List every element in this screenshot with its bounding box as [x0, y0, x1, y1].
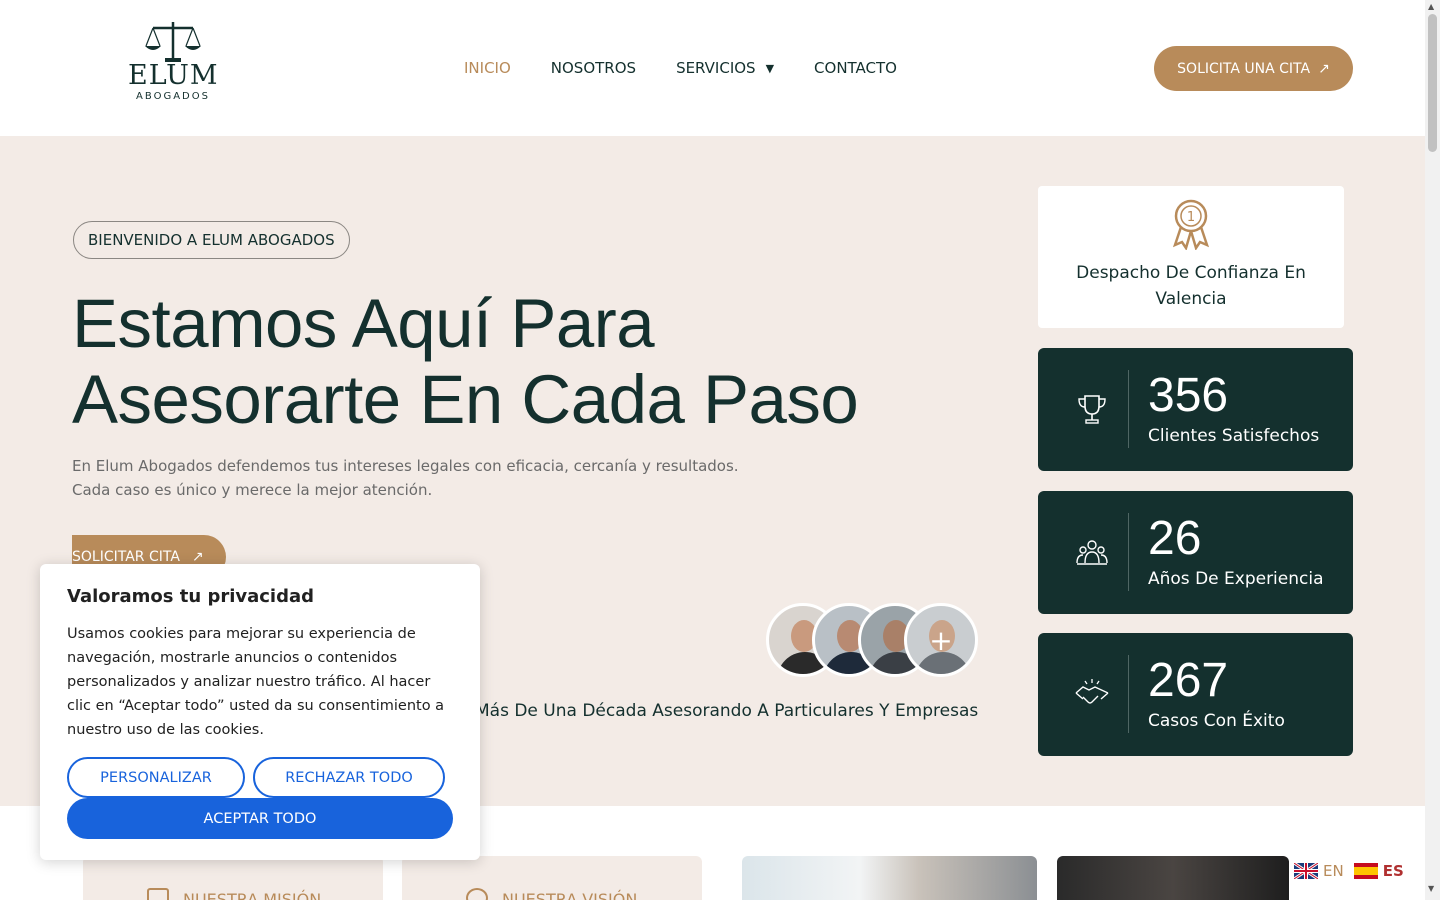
stat-label: Años De Experiencia: [1148, 569, 1324, 589]
handshake-icon: [1074, 671, 1110, 717]
hero-title: Estamos Aquí Para Asesorarte En Cada Pas…: [72, 286, 972, 438]
cookie-banner: Valoramos tu privacidad Usamos cookies p…: [40, 564, 480, 860]
logo[interactable]: ELUM ABOGADOS: [128, 20, 218, 112]
mission-title: NUESTRA MISIÓN: [183, 890, 322, 900]
nav-item-inicio[interactable]: INICIO: [464, 58, 511, 78]
stat-value: 356: [1148, 369, 1229, 422]
nav-label: SERVICIOS: [676, 59, 756, 77]
button-label: SOLICITA UNA CITA: [1177, 60, 1311, 77]
hero-title-line: Asesorarte En Cada Paso: [72, 361, 859, 438]
svg-text:1: 1: [1187, 210, 1195, 225]
scales-of-justice-icon: [145, 22, 201, 62]
reject-all-button[interactable]: RECHAZAR TODO: [253, 757, 445, 798]
hero-description: En Elum Abogados defendemos tus interese…: [72, 454, 772, 502]
uk-flag-icon: [1293, 861, 1319, 881]
lawyer-photo: [742, 856, 1037, 900]
accept-all-button[interactable]: ACEPTAR TODO: [67, 798, 453, 839]
main-nav: INICIO NOSOTROS SERVICIOS ▼ CONTACTO: [464, 58, 937, 78]
stat-value: 267: [1148, 654, 1229, 707]
award-ribbon-icon: 1: [1172, 199, 1210, 250]
welcome-badge: BIENVENIDO A ELUM ABOGADOS: [73, 221, 350, 259]
scroll-up-icon[interactable]: ▲: [1428, 2, 1434, 11]
logo-subtitle: ABOGADOS: [136, 91, 210, 102]
trust-text: Despacho De Confianza En Valencia: [1076, 263, 1306, 309]
trust-card: 1 Despacho De Confianza En Valencia: [1038, 186, 1344, 328]
plus-icon: +: [929, 623, 953, 657]
site-header: ELUM ABOGADOS INICIO NOSOTROS SERVICIOS ▼…: [0, 0, 1425, 136]
nav-item-contacto[interactable]: CONTACTO: [814, 58, 897, 78]
vision-card: NUESTRA VISIÓN: [402, 856, 702, 900]
vision-title: NUESTRA VISIÓN: [502, 890, 638, 900]
book-appointment-button[interactable]: SOLICITA UNA CITA ↗: [1154, 46, 1353, 91]
lawyer-photo: [1057, 856, 1289, 900]
divider: [1128, 655, 1129, 733]
nav-item-servicios[interactable]: SERVICIOS ▼: [676, 58, 774, 78]
mission-card: NUESTRA MISIÓN: [83, 856, 383, 900]
language-switcher: EN ES: [1293, 861, 1404, 881]
nav-label: NOSOTROS: [550, 59, 637, 77]
language-es[interactable]: ES: [1383, 862, 1404, 880]
stat-value: 26: [1148, 512, 1202, 565]
nav-label: INICIO: [464, 59, 511, 77]
spain-flag-icon: [1353, 863, 1378, 879]
scrollbar[interactable]: ▲ ▼: [1425, 0, 1440, 900]
scroll-down-icon[interactable]: ▼: [1428, 884, 1434, 893]
stat-label: Clientes Satisfechos: [1148, 426, 1320, 446]
divider: [1128, 370, 1129, 448]
experience-tagline: Más De Una Década Asesorando A Particula…: [475, 701, 979, 721]
divider: [1128, 513, 1129, 591]
avatar: +: [904, 603, 978, 677]
hero-desc-line: Cada caso es único y merece la mejor ate…: [72, 481, 433, 499]
hero-desc-line: En Elum Abogados defendemos tus interese…: [72, 457, 739, 475]
cookie-title: Valoramos tu privacidad: [67, 586, 315, 607]
trophy-icon: [1074, 386, 1110, 432]
hero-title-line: Estamos Aquí Para: [72, 285, 655, 362]
chevron-down-icon: ▼: [765, 61, 775, 75]
cookie-text: Usamos cookies para mejorar su experienc…: [67, 626, 445, 738]
logo-name: ELUM: [128, 60, 219, 91]
language-en[interactable]: EN: [1323, 862, 1344, 880]
button-label: SOLICITAR CITA: [72, 549, 180, 565]
arrow-up-right-icon: ↗: [191, 549, 204, 565]
team-icon: [1074, 529, 1110, 575]
nav-item-nosotros[interactable]: NOSOTROS: [551, 58, 636, 78]
stat-card-cases: 267 Casos Con Éxito: [1038, 633, 1353, 756]
scroll-thumb[interactable]: [1428, 14, 1437, 152]
stat-label: Casos Con Éxito: [1148, 711, 1285, 731]
document-icon: [147, 888, 169, 900]
customize-button[interactable]: PERSONALIZAR: [67, 757, 245, 798]
arrow-up-right-icon: ↗: [1318, 60, 1330, 77]
stat-card-clients: 356 Clientes Satisfechos: [1038, 348, 1353, 471]
stat-card-experience: 26 Años De Experiencia: [1038, 491, 1353, 614]
sun-icon: [466, 888, 488, 900]
nav-label: CONTACTO: [814, 59, 897, 77]
